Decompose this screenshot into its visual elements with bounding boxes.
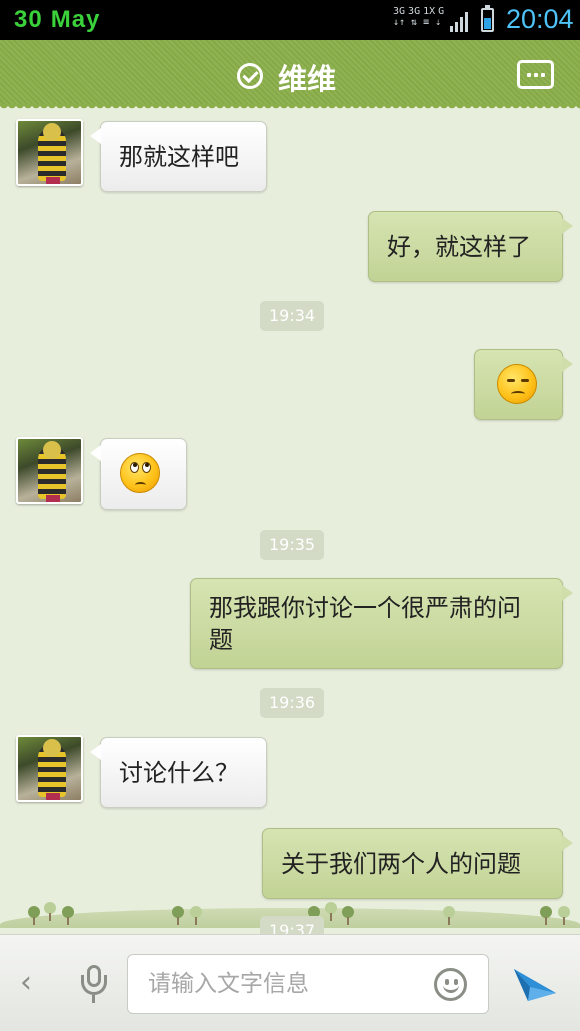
compose-bar: ‹ [0, 934, 580, 1031]
outgoing-message[interactable]: 关于我们两个人的问题 [262, 828, 573, 899]
more-dots-icon[interactable] [517, 60, 554, 89]
status-day: 30 [14, 6, 43, 33]
message-text: 关于我们两个人的问题 [281, 850, 521, 878]
message-text: 讨论什么？ [119, 759, 239, 787]
contact-avatar[interactable] [16, 735, 83, 802]
outgoing-message[interactable]: 好，就这样了 [368, 211, 573, 282]
eye-roll-face-icon [120, 453, 160, 493]
message-timestamp: 19:35 [260, 530, 325, 560]
status-time: 20:04 [506, 4, 574, 34]
contact-avatar[interactable] [16, 437, 83, 504]
contact-name: 维维 [278, 62, 337, 96]
message-timestamp: 19:36 [260, 688, 325, 718]
net-label: 3G [393, 6, 406, 17]
status-date: 30 May [14, 6, 100, 34]
send-icon[interactable] [512, 963, 558, 1005]
message-timestamp: 19:34 [260, 301, 325, 331]
message-text: 那我跟你讨论一个很严肃的问题 [209, 594, 521, 654]
incoming-message[interactable] [90, 438, 187, 510]
net-label: 3G [408, 6, 421, 17]
battery-icon [481, 5, 494, 32]
signal-strength-icon [450, 10, 470, 32]
net-label: 1X [423, 6, 436, 17]
incoming-message[interactable]: 讨论什么？ [90, 737, 267, 808]
net-label: G [438, 6, 445, 17]
check-circle-icon [237, 63, 263, 89]
message-timestamp: 19:37 [260, 916, 325, 934]
network-indicator-icon: 3G 3G 1X G ↓↑ ⇅ ≡ ⇣ [393, 6, 445, 28]
chat-header: 维维 [0, 40, 580, 110]
message-text: 好，就这样了 [387, 233, 531, 261]
message-text: 那就这样吧 [119, 143, 239, 171]
incoming-message[interactable]: 那就这样吧 [90, 121, 267, 192]
chevron-left-icon[interactable]: ‹ [20, 965, 32, 1000]
outgoing-message[interactable] [474, 349, 573, 420]
emoji-picker-icon[interactable] [434, 968, 467, 1001]
outgoing-message[interactable]: 那我跟你讨论一个很严肃的问题 [190, 578, 573, 669]
status-bar: 30 May 3G 3G 1X G ↓↑ ⇅ ≡ ⇣ 20:04 [0, 0, 580, 40]
message-input[interactable] [148, 967, 418, 1001]
status-month: May [50, 6, 101, 33]
battery-level [484, 18, 491, 29]
message-input-box[interactable] [127, 954, 489, 1014]
microphone-icon[interactable] [78, 965, 110, 1005]
message-list[interactable]: 那就这样吧 好，就这样了 19:34 19:35 那我跟你讨论一个很严肃的问题 … [0, 104, 580, 934]
dismayed-face-icon [497, 364, 537, 404]
contact-avatar[interactable] [16, 119, 83, 186]
